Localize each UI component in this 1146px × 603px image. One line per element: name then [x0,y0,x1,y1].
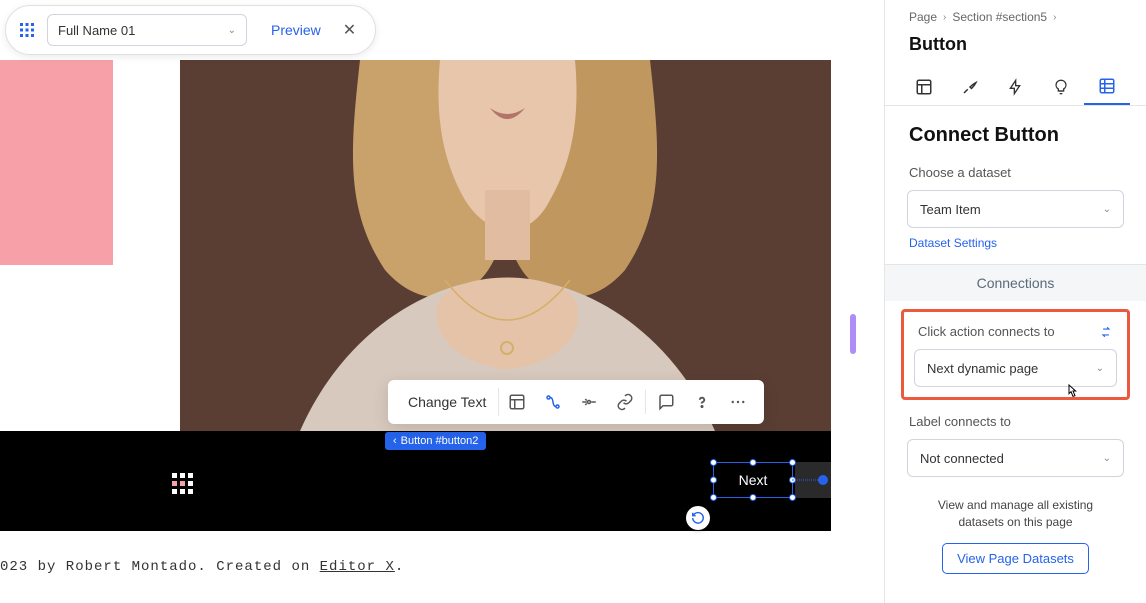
layout-icon[interactable] [499,384,535,420]
tab-layout[interactable] [901,69,947,105]
footer-editor-link[interactable]: Editor X [320,559,395,575]
chevron-down-icon: ⌄ [1103,453,1111,464]
resize-handle[interactable] [710,477,717,484]
resize-handle[interactable] [789,494,796,501]
preview-bar: Full Name 01 ⌄ Preview ✕ [5,5,376,55]
resize-handle[interactable] [789,459,796,466]
preview-button[interactable]: Preview [255,22,337,38]
anim-guide-dot[interactable] [818,475,828,485]
connections-header: Connections [885,264,1146,301]
tab-data[interactable] [1084,69,1130,105]
animation-icon[interactable] [571,384,607,420]
canvas-scrollbar[interactable] [850,314,856,354]
comment-icon[interactable] [648,384,684,420]
resize-handle[interactable] [710,459,717,466]
name-select[interactable]: Full Name 01 ⌄ [47,14,247,46]
chevron-right-icon: › [1053,12,1056,23]
hero-image [180,60,831,431]
name-select-value: Full Name 01 [58,23,135,38]
click-action-select[interactable]: Next dynamic page ⌄ [914,349,1117,387]
swap-icon[interactable] [1099,325,1113,339]
footer-text-2: . [395,559,404,575]
highlighted-connection: Click action connects to Next dynamic pa… [901,309,1130,400]
close-icon[interactable]: ✕ [337,20,370,40]
label-connects-select[interactable]: Not connected ⌄ [907,439,1124,477]
link-icon[interactable] [607,384,643,420]
decorative-dots [172,473,193,494]
breadcrumb-page[interactable]: Page [909,10,937,24]
element-tag-label: Button #button2 [401,435,479,447]
element-tag[interactable]: ‹ Button #button2 [385,432,486,450]
footer-text-1: 023 by Robert Montado. Created on [0,559,320,575]
apps-grid-icon[interactable] [15,18,39,42]
canvas-area: Full Name 01 ⌄ Preview ✕ Change Text [0,0,884,603]
click-action-label: Click action connects to [918,324,1055,339]
undo-icon[interactable] [686,506,710,530]
panel-tabs [885,69,1146,106]
chevron-left-icon: ‹ [393,435,397,447]
inspector-panel: Page › Section #section5 › Button Connec… [884,0,1146,603]
dataset-settings-link[interactable]: Dataset Settings [885,234,1146,264]
more-icon[interactable] [720,384,756,420]
chevron-down-icon: ⌄ [228,25,236,36]
tab-interactions[interactable] [993,69,1039,105]
breadcrumb-section[interactable]: Section #section5 [952,10,1047,24]
click-action-value: Next dynamic page [927,361,1038,376]
dataset-select[interactable]: Team Item ⌄ [907,190,1124,228]
design-icon[interactable] [535,384,571,420]
resize-handle[interactable] [750,494,757,501]
tab-tips[interactable] [1038,69,1084,105]
selected-button-label: Next [739,472,768,488]
view-page-datasets-button[interactable]: View Page Datasets [942,543,1089,574]
selected-next-button[interactable]: Next [713,462,793,498]
help-icon[interactable] [684,384,720,420]
resize-handle[interactable] [750,459,757,466]
chevron-down-icon: ⌄ [1096,363,1104,374]
label-connects-label: Label connects to [885,408,1146,435]
chevron-down-icon: ⌄ [1103,204,1111,215]
panel-title: Button [885,30,1146,69]
tab-design[interactable] [947,69,993,105]
dataset-select-value: Team Item [920,202,981,217]
chevron-right-icon: › [943,12,946,23]
pink-block [0,60,113,265]
breadcrumb: Page › Section #section5 › [885,0,1146,30]
cursor-icon [1063,381,1079,401]
footer-credit: 023 by Robert Montado. Created on Editor… [0,559,404,575]
element-toolbar: Change Text [388,380,764,424]
datasets-info-text: View and manage all existing datasets on… [885,483,1146,539]
label-connects-value: Not connected [920,451,1004,466]
change-text-button[interactable]: Change Text [396,388,499,416]
resize-handle[interactable] [710,494,717,501]
choose-dataset-label: Choose a dataset [885,159,1146,186]
connect-button-title: Connect Button [885,106,1146,159]
